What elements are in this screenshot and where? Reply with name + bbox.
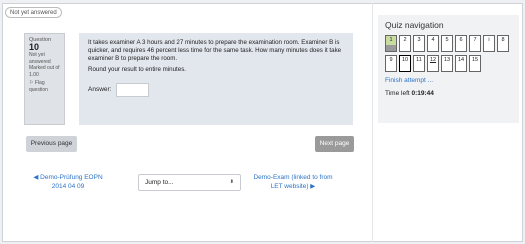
question-grid: 1 2 3 4 5 6 7 i 8 9 10 11 12 13 14 15 <box>385 35 517 75</box>
question-text: It takes examiner A 3 hours and 27 minut… <box>88 39 342 62</box>
jump-to-select[interactable]: Jump to... ⬍ <box>138 174 241 191</box>
quiz-nav-button[interactable]: 1 <box>385 35 397 52</box>
flag-icon: ⚐ <box>29 80 34 86</box>
quiz-nav-button-current[interactable]: 10 <box>399 55 411 72</box>
quiz-nav-button[interactable]: 11 <box>413 55 425 72</box>
quiz-navigation-panel: Quiz navigation 1 2 3 4 5 6 7 i 8 9 10 1… <box>378 15 519 123</box>
time-left: Time left 0:19:44 <box>385 90 434 97</box>
quiz-nav-button[interactable]: 4 <box>427 35 439 52</box>
column-separator <box>372 3 373 242</box>
next-activity-link[interactable]: Demo-Exam (linked to from LET website) ▶ <box>253 173 333 191</box>
quiz-nav-button[interactable]: 14 <box>455 55 467 72</box>
answer-label: Answer: <box>88 86 112 93</box>
time-left-value: 0:19:44 <box>411 90 434 97</box>
quiz-nav-button[interactable]: 7 <box>469 35 481 52</box>
answer-input[interactable] <box>116 83 150 97</box>
quiz-nav-button[interactable]: 6 <box>455 35 467 52</box>
jump-to-value: Jump to... <box>145 179 174 186</box>
finish-attempt-link[interactable]: Finish attempt ... <box>385 77 512 84</box>
question-content: It takes examiner A 3 hours and 27 minut… <box>79 33 353 125</box>
status-pill: Not yet answered <box>5 7 62 18</box>
previous-activity-link[interactable]: ◀ Demo-Prüfung EOPN 2014 04 09 <box>27 173 109 191</box>
quiz-nav-button[interactable]: 8 <box>497 35 509 52</box>
quiz-navigation-title: Quiz navigation <box>385 20 444 30</box>
quiz-nav-button[interactable]: 5 <box>441 35 453 52</box>
flag-question-link[interactable]: ⚐ Flag question <box>29 80 60 93</box>
next-page-button[interactable]: Next page <box>315 136 354 152</box>
question-marks: Marked out of 1.00 <box>29 65 60 78</box>
quiz-nav-button[interactable]: 15 <box>469 55 481 72</box>
previous-page-button[interactable]: Previous page <box>26 136 77 152</box>
question-number: Question 10 <box>29 37 52 52</box>
quiz-nav-button[interactable]: 13 <box>441 55 453 72</box>
select-arrow-icon: ⬍ <box>229 179 234 185</box>
answer-row: Answer: <box>88 83 344 97</box>
question-status: Not yet answered <box>29 52 51 65</box>
quiz-nav-button[interactable]: 12 <box>427 55 439 72</box>
question-instruction: Round your result to entire minutes. <box>88 66 187 73</box>
quiz-nav-button[interactable]: 3 <box>413 35 425 52</box>
question-info-panel: Question 10 Not yet answered Marked out … <box>24 33 65 125</box>
quiz-nav-button[interactable]: 9 <box>385 55 397 72</box>
quiz-nav-button[interactable]: 2 <box>399 35 411 52</box>
quiz-nav-button-info[interactable]: i <box>483 35 495 52</box>
